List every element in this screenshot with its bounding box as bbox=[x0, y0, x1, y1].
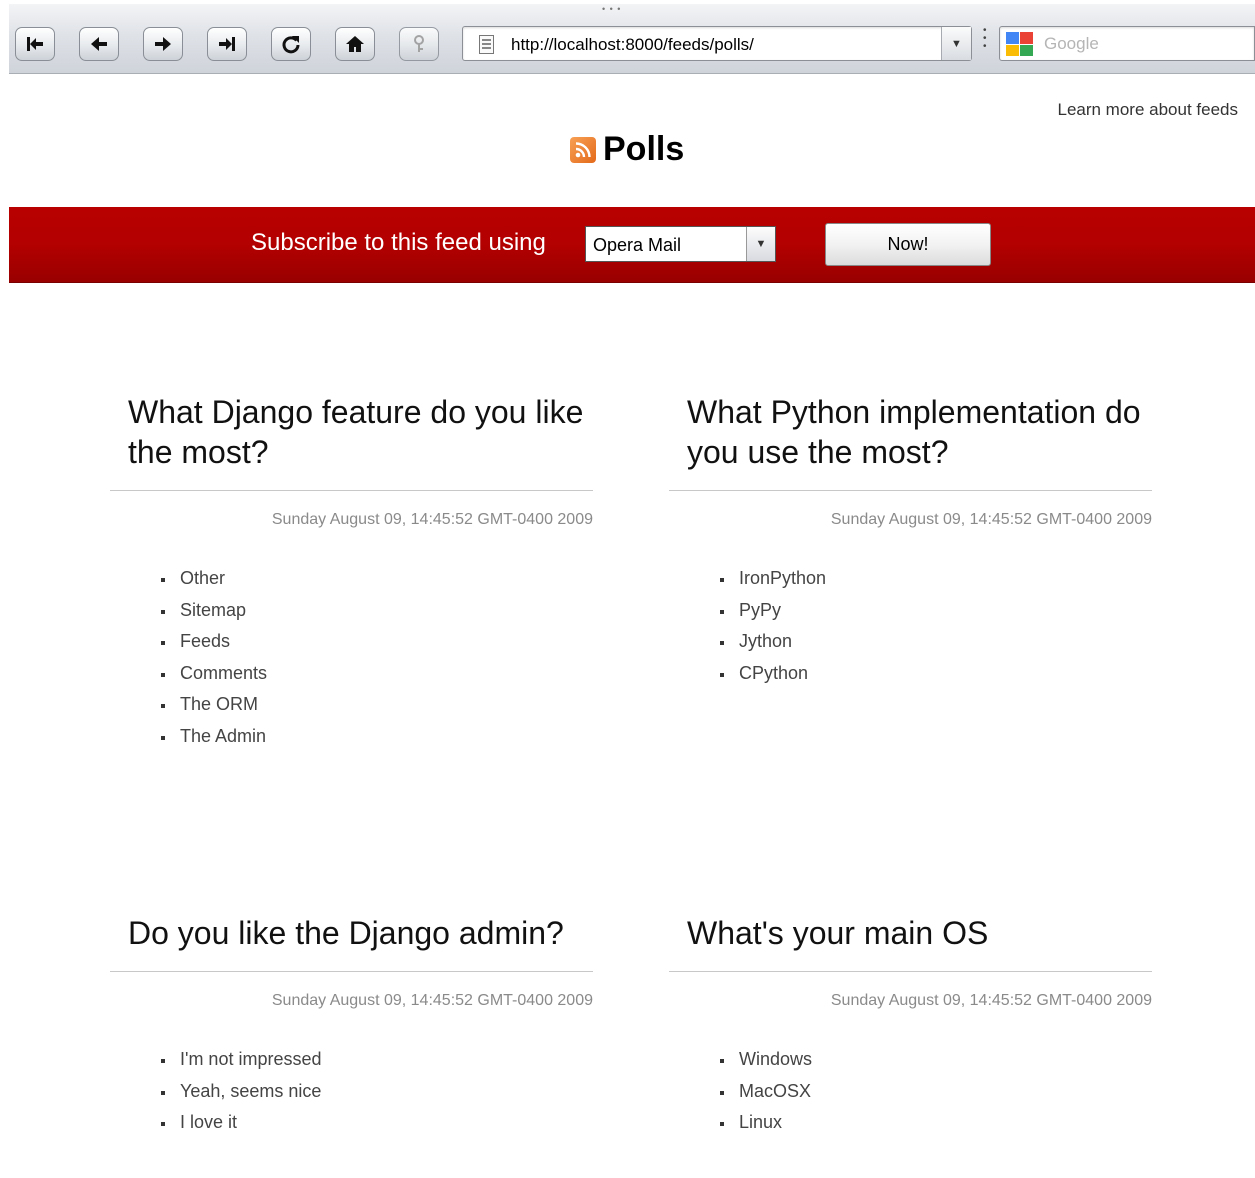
search-bar[interactable] bbox=[999, 26, 1255, 61]
poll-entry: What Django feature do you like the most… bbox=[110, 392, 593, 753]
list-item: The Admin bbox=[160, 721, 593, 753]
list-item: The ORM bbox=[160, 689, 593, 721]
choice-list: IronPython PyPy Jython CPython bbox=[669, 563, 1152, 689]
list-item: Yeah, seems nice bbox=[160, 1076, 593, 1108]
choice-list: Windows MacOSX Linux bbox=[669, 1044, 1152, 1139]
chevron-down-icon: ▼ bbox=[755, 238, 767, 250]
page-title: Polls bbox=[603, 130, 685, 168]
back-icon bbox=[91, 37, 107, 51]
back-button[interactable] bbox=[79, 27, 119, 61]
poll-entry: What Python implementation do you use th… bbox=[669, 392, 1152, 689]
divider bbox=[110, 971, 593, 972]
poll-title[interactable]: What Python implementation do you use th… bbox=[669, 392, 1152, 472]
learn-more-link[interactable]: Learn more about feeds bbox=[1057, 100, 1238, 120]
poll-entry: What's your main OS Sunday August 09, 14… bbox=[669, 913, 1152, 1139]
list-item: MacOSX bbox=[719, 1076, 1152, 1108]
list-item: PyPy bbox=[719, 595, 1152, 627]
fast-forward-button[interactable] bbox=[207, 27, 247, 61]
list-item: Jython bbox=[719, 626, 1152, 658]
poll-entry: Do you like the Django admin? Sunday Aug… bbox=[110, 913, 593, 1139]
poll-date: Sunday August 09, 14:45:52 GMT-0400 2009 bbox=[830, 511, 1152, 528]
list-item: CPython bbox=[719, 658, 1152, 690]
list-item: Comments bbox=[160, 658, 593, 690]
choice-list: I'm not impressed Yeah, seems nice I lov… bbox=[110, 1044, 593, 1139]
poll-date: Sunday August 09, 14:45:52 GMT-0400 2009 bbox=[830, 992, 1152, 1009]
divider bbox=[110, 490, 593, 491]
divider bbox=[669, 490, 1152, 491]
forward-icon bbox=[155, 37, 171, 51]
choice-list: Other Sitemap Feeds Comments The ORM The… bbox=[110, 563, 593, 753]
list-item: Linux bbox=[719, 1107, 1152, 1139]
list-item: I love it bbox=[160, 1107, 593, 1139]
search-input[interactable] bbox=[1044, 33, 1244, 55]
divider bbox=[669, 971, 1152, 972]
list-item: Feeds bbox=[160, 626, 593, 658]
fast-forward-icon bbox=[219, 37, 235, 51]
page-icon bbox=[479, 35, 494, 54]
toolbar-grip[interactable]: • • • bbox=[602, 5, 621, 14]
list-item: Other bbox=[160, 563, 593, 595]
rss-icon bbox=[570, 136, 596, 163]
list-item: Windows bbox=[719, 1044, 1152, 1076]
poll-title[interactable]: What Django feature do you like the most… bbox=[110, 392, 593, 472]
rewind-button[interactable] bbox=[15, 27, 55, 61]
reload-icon bbox=[282, 36, 300, 54]
chevron-down-icon: ▼ bbox=[951, 37, 962, 50]
reload-button[interactable] bbox=[271, 27, 311, 61]
subscribe-bar: Subscribe to this feed using Opera Mail … bbox=[9, 207, 1255, 283]
feed-reader-selected: Opera Mail bbox=[593, 235, 682, 255]
poll-date: Sunday August 09, 14:45:52 GMT-0400 2009 bbox=[271, 992, 593, 1009]
home-button[interactable] bbox=[335, 27, 375, 61]
subscribe-now-button[interactable]: Now! bbox=[825, 223, 991, 266]
list-item: IronPython bbox=[719, 563, 1152, 595]
poll-title[interactable]: Do you like the Django admin? bbox=[110, 913, 593, 953]
page-header: Polls bbox=[570, 130, 684, 169]
feed-reader-select[interactable]: Opera Mail ▼ bbox=[585, 226, 776, 262]
security-button[interactable] bbox=[399, 27, 439, 61]
list-item: Sitemap bbox=[160, 595, 593, 627]
list-item: I'm not impressed bbox=[160, 1044, 593, 1076]
poll-date: Sunday August 09, 14:45:52 GMT-0400 2009 bbox=[271, 511, 593, 528]
home-icon bbox=[346, 36, 364, 52]
url-text[interactable]: http://localhost:8000/feeds/polls/ bbox=[511, 35, 754, 55]
url-history-dropdown[interactable]: ▼ bbox=[941, 27, 971, 60]
rewind-icon bbox=[27, 37, 43, 51]
address-bar[interactable]: http://localhost:8000/feeds/polls/ ▼ bbox=[462, 26, 972, 61]
google-icon[interactable] bbox=[1006, 32, 1033, 56]
forward-button[interactable] bbox=[143, 27, 183, 61]
feed-reader-dropdown[interactable]: ▼ bbox=[746, 227, 775, 261]
browser-toolbar: • • • http://localhost:8000/feeds/polls/… bbox=[9, 4, 1255, 74]
subscribe-label: Subscribe to this feed using bbox=[251, 229, 546, 256]
security-key-icon bbox=[414, 35, 424, 52]
poll-title[interactable]: What's your main OS bbox=[669, 913, 1152, 953]
toolbar-separator[interactable]: • • • bbox=[983, 26, 987, 52]
